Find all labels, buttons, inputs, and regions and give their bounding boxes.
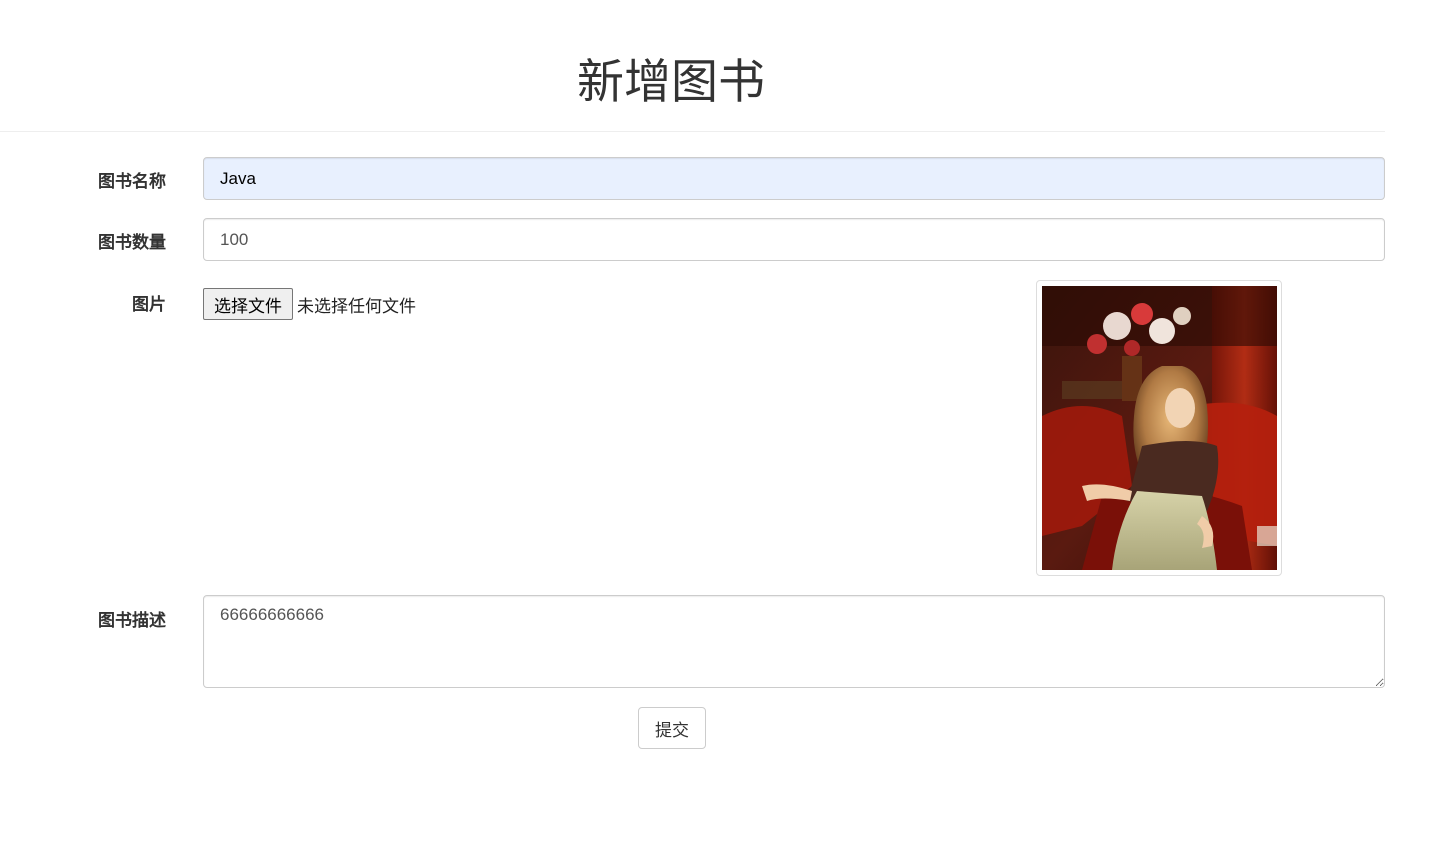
book-quantity-label: 图书数量 (98, 233, 166, 252)
page-title: 新增图书 (577, 55, 765, 108)
book-quantity-input[interactable] (203, 218, 1385, 261)
book-cover-thumbnail (1036, 280, 1282, 576)
title-divider (0, 131, 1385, 132)
book-cover-image (1042, 286, 1277, 570)
book-name-label: 图书名称 (98, 172, 166, 191)
book-description-label: 图书描述 (98, 611, 166, 630)
submit-button[interactable]: 提交 (638, 707, 706, 749)
book-description-textarea[interactable]: 66666666666 (203, 595, 1385, 688)
image-label: 图片 (132, 295, 166, 314)
file-status-text: 未选择任何文件 (297, 297, 416, 317)
book-name-input[interactable] (203, 157, 1385, 200)
choose-file-button[interactable]: 选择文件 (203, 288, 293, 320)
